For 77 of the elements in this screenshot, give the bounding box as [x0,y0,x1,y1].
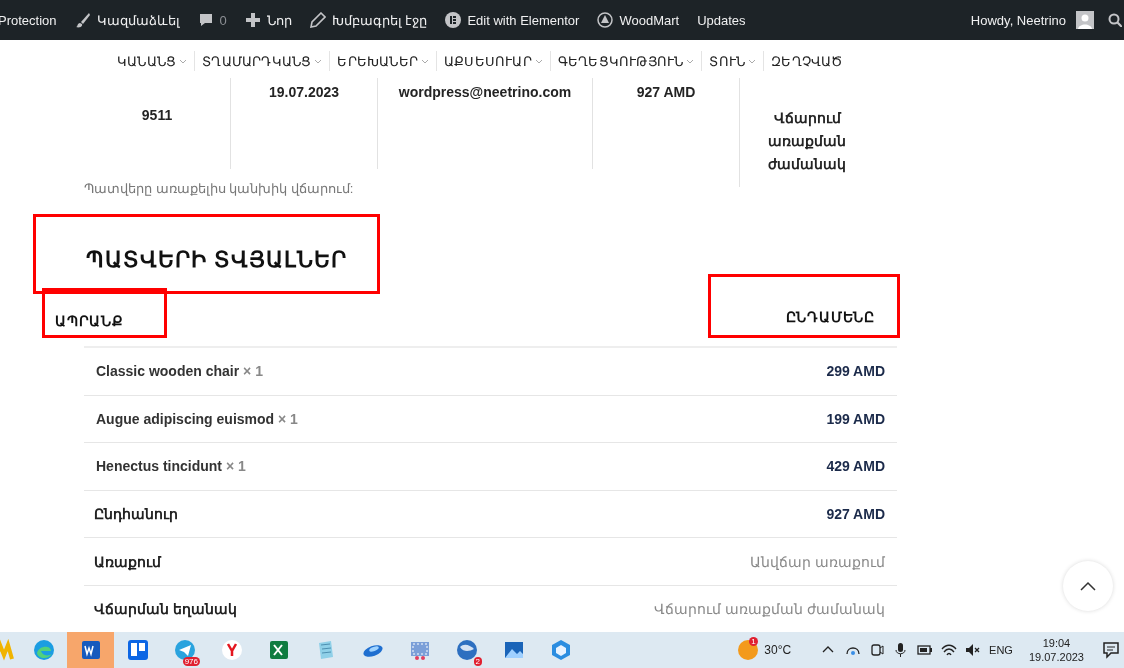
browser-icon [32,639,55,661]
chevron-up-icon [1080,581,1096,591]
price: 299 AMD [825,363,886,380]
overview-value: 927 AMD [636,84,696,100]
speaker-muted-icon [965,642,982,658]
caret-icon [686,58,695,65]
clock-time[interactable]: 19:04 [1042,636,1071,650]
menu-item[interactable]: ԱՔՍԵՍՈՒԱՐ [437,53,550,69]
board-icon [126,639,149,661]
language-indicator[interactable]: ENG [989,644,1013,656]
overview-value: wordpress@neetrino.com [398,84,572,100]
price: 429 AMD [825,458,886,475]
battery-icon [917,642,934,658]
account-link[interactable]: Howdy, Neetrino [970,11,1094,29]
product-name: Henectus tincidunt × 1 [95,458,247,475]
count-badge: 2 [473,657,482,666]
brush-icon [74,12,91,28]
product-name: Augue adipiscing euismod × 1 [95,410,299,427]
total-label: Վճարման եղանակ [93,601,238,618]
sun-icon [738,640,759,660]
section-title: ՊԱՏՎԵՐԻ ՏՎՅԱԼՆԵՐ [33,214,381,294]
payment-note: Պատվերը առաքելիս կանխիկ վճարում: [84,181,355,197]
caret-icon [179,58,188,65]
caret-icon [748,58,757,65]
photo-icon [502,639,525,661]
menu-item[interactable]: ՏՂԱՄԱՐԴԿԱՆՑ [195,53,330,69]
price: 199 AMD [825,410,886,427]
spreadsheet-icon [267,639,290,661]
avatar-icon [1076,11,1094,29]
clock-date[interactable]: 19.07.2023 [1028,650,1084,664]
menu-item[interactable]: ԶԵՂՉՎԱԾ [764,53,850,69]
toolbar-link[interactable]: Edit with Elementor [445,12,580,28]
wifi-icon [941,642,958,658]
search-icon [1108,13,1122,27]
hexagon-icon [549,639,572,661]
caret-icon [421,58,429,65]
column-header: ԸՆԴԱՄԵՆԸ [707,274,900,338]
product-name: Classic wooden chair × 1 [95,363,264,380]
taskbar-app[interactable] [67,632,114,668]
total-label: Ընդհանուր [93,506,179,523]
y-browser-icon [220,639,243,661]
total-value: Վճարում առաքման ժամանակ [653,601,886,618]
taskbar-app[interactable]: 976 [161,632,208,668]
toolbar-link[interactable]: 0 [197,12,227,28]
total-value: Անվճար առաքում [749,553,886,570]
menu-item[interactable]: ԳԵՂԵՑԿՈՒԹՅՈՒՆ [550,53,702,69]
scissors-icon [408,639,431,661]
globe-icon [455,639,478,661]
total-value: 927 AMD [825,506,886,523]
overview-value: Վճարում առաքման ժամանակ [767,109,847,175]
weather-widget[interactable]: 1 30°C [738,640,792,660]
menu-item[interactable]: ԵՐԵԽԱՆԵՐ [330,53,436,69]
camera-icon [869,642,886,658]
comment-icon [197,12,214,28]
caret-icon [314,58,323,65]
overview-value: 19.07.2023 [268,84,340,100]
caret-icon [534,58,543,65]
toolbar-link[interactable]: Updates [697,12,746,28]
pencil-icon [309,12,326,28]
toolbar-link[interactable]: WoodMart [597,12,680,28]
plus-icon [244,12,261,28]
count-badge: 976 [182,657,200,666]
overview-value: 9511 [141,107,173,123]
w-logo-icon [0,639,16,661]
count-badge: 1 [749,637,758,646]
word-icon [79,639,102,661]
messenger-icon [173,639,196,661]
toolbar-link[interactable]: Խմբագրել էջը [309,12,428,28]
notification-icon [1102,641,1120,659]
taskbar-app[interactable]: 2 [443,632,490,668]
temperature: 30°C [764,643,792,657]
menu-item[interactable]: ԿԱՆԱՆՑ [110,53,195,69]
column-header: ԱՊՐԱՆՔ [42,288,167,338]
toolbar-link[interactable]: Կազմաձևել [74,12,180,28]
menu-item[interactable]: ՏՈՒՆ [702,53,764,69]
total-label: Առաքում [93,553,163,570]
toolbar-link[interactable]: Նոր [244,12,292,28]
